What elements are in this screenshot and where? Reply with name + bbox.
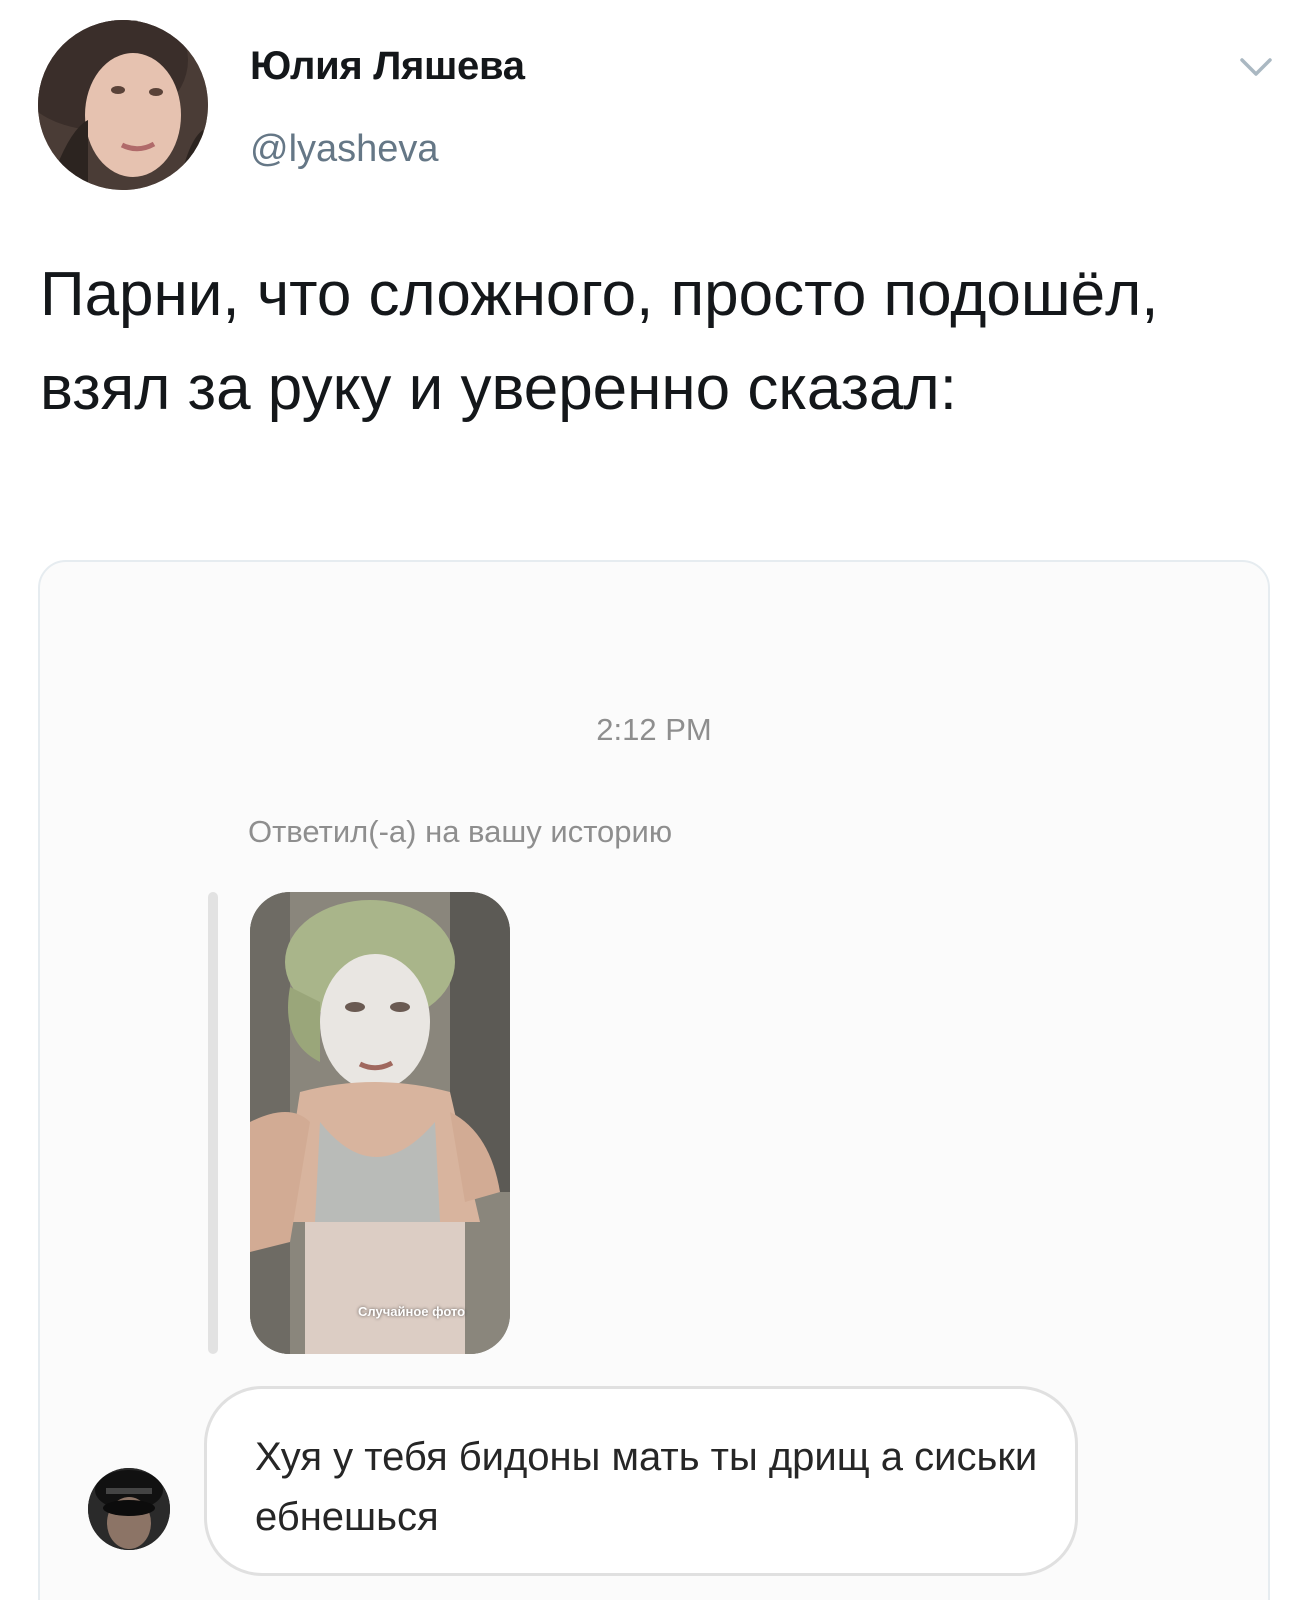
tweet-text: Парни, что сложного, просто подошёл, взя… [40, 260, 1159, 423]
attached-image[interactable]: 2:12 PM Ответил(-а) на вашу историю Случ… [38, 560, 1270, 1600]
reply-caption: Ответил(-а) на вашу историю [248, 814, 673, 849]
story-thumbnail[interactable]: Случайное фото [250, 892, 510, 1354]
tweet: Юлия Ляшева @lyasheva Парни, что сложног… [0, 0, 1306, 1600]
author-handle[interactable]: @lyasheva [250, 128, 439, 171]
reply-indicator-line [208, 892, 218, 1354]
author-name[interactable]: Юлия Ляшева [250, 44, 525, 89]
story-label: Случайное фото [358, 1304, 466, 1319]
author-avatar[interactable] [38, 20, 208, 190]
message-text: Хуя у тебя бидоны мать ты дрищ а сиськи … [255, 1435, 1038, 1539]
chevron-down-icon[interactable] [1238, 52, 1274, 82]
message-timestamp: 2:12 PM [596, 712, 712, 747]
message-bubble[interactable]: Хуя у тебя бидоны мать ты дрищ а сиськи … [204, 1386, 1078, 1576]
sender-avatar[interactable] [88, 1468, 170, 1550]
